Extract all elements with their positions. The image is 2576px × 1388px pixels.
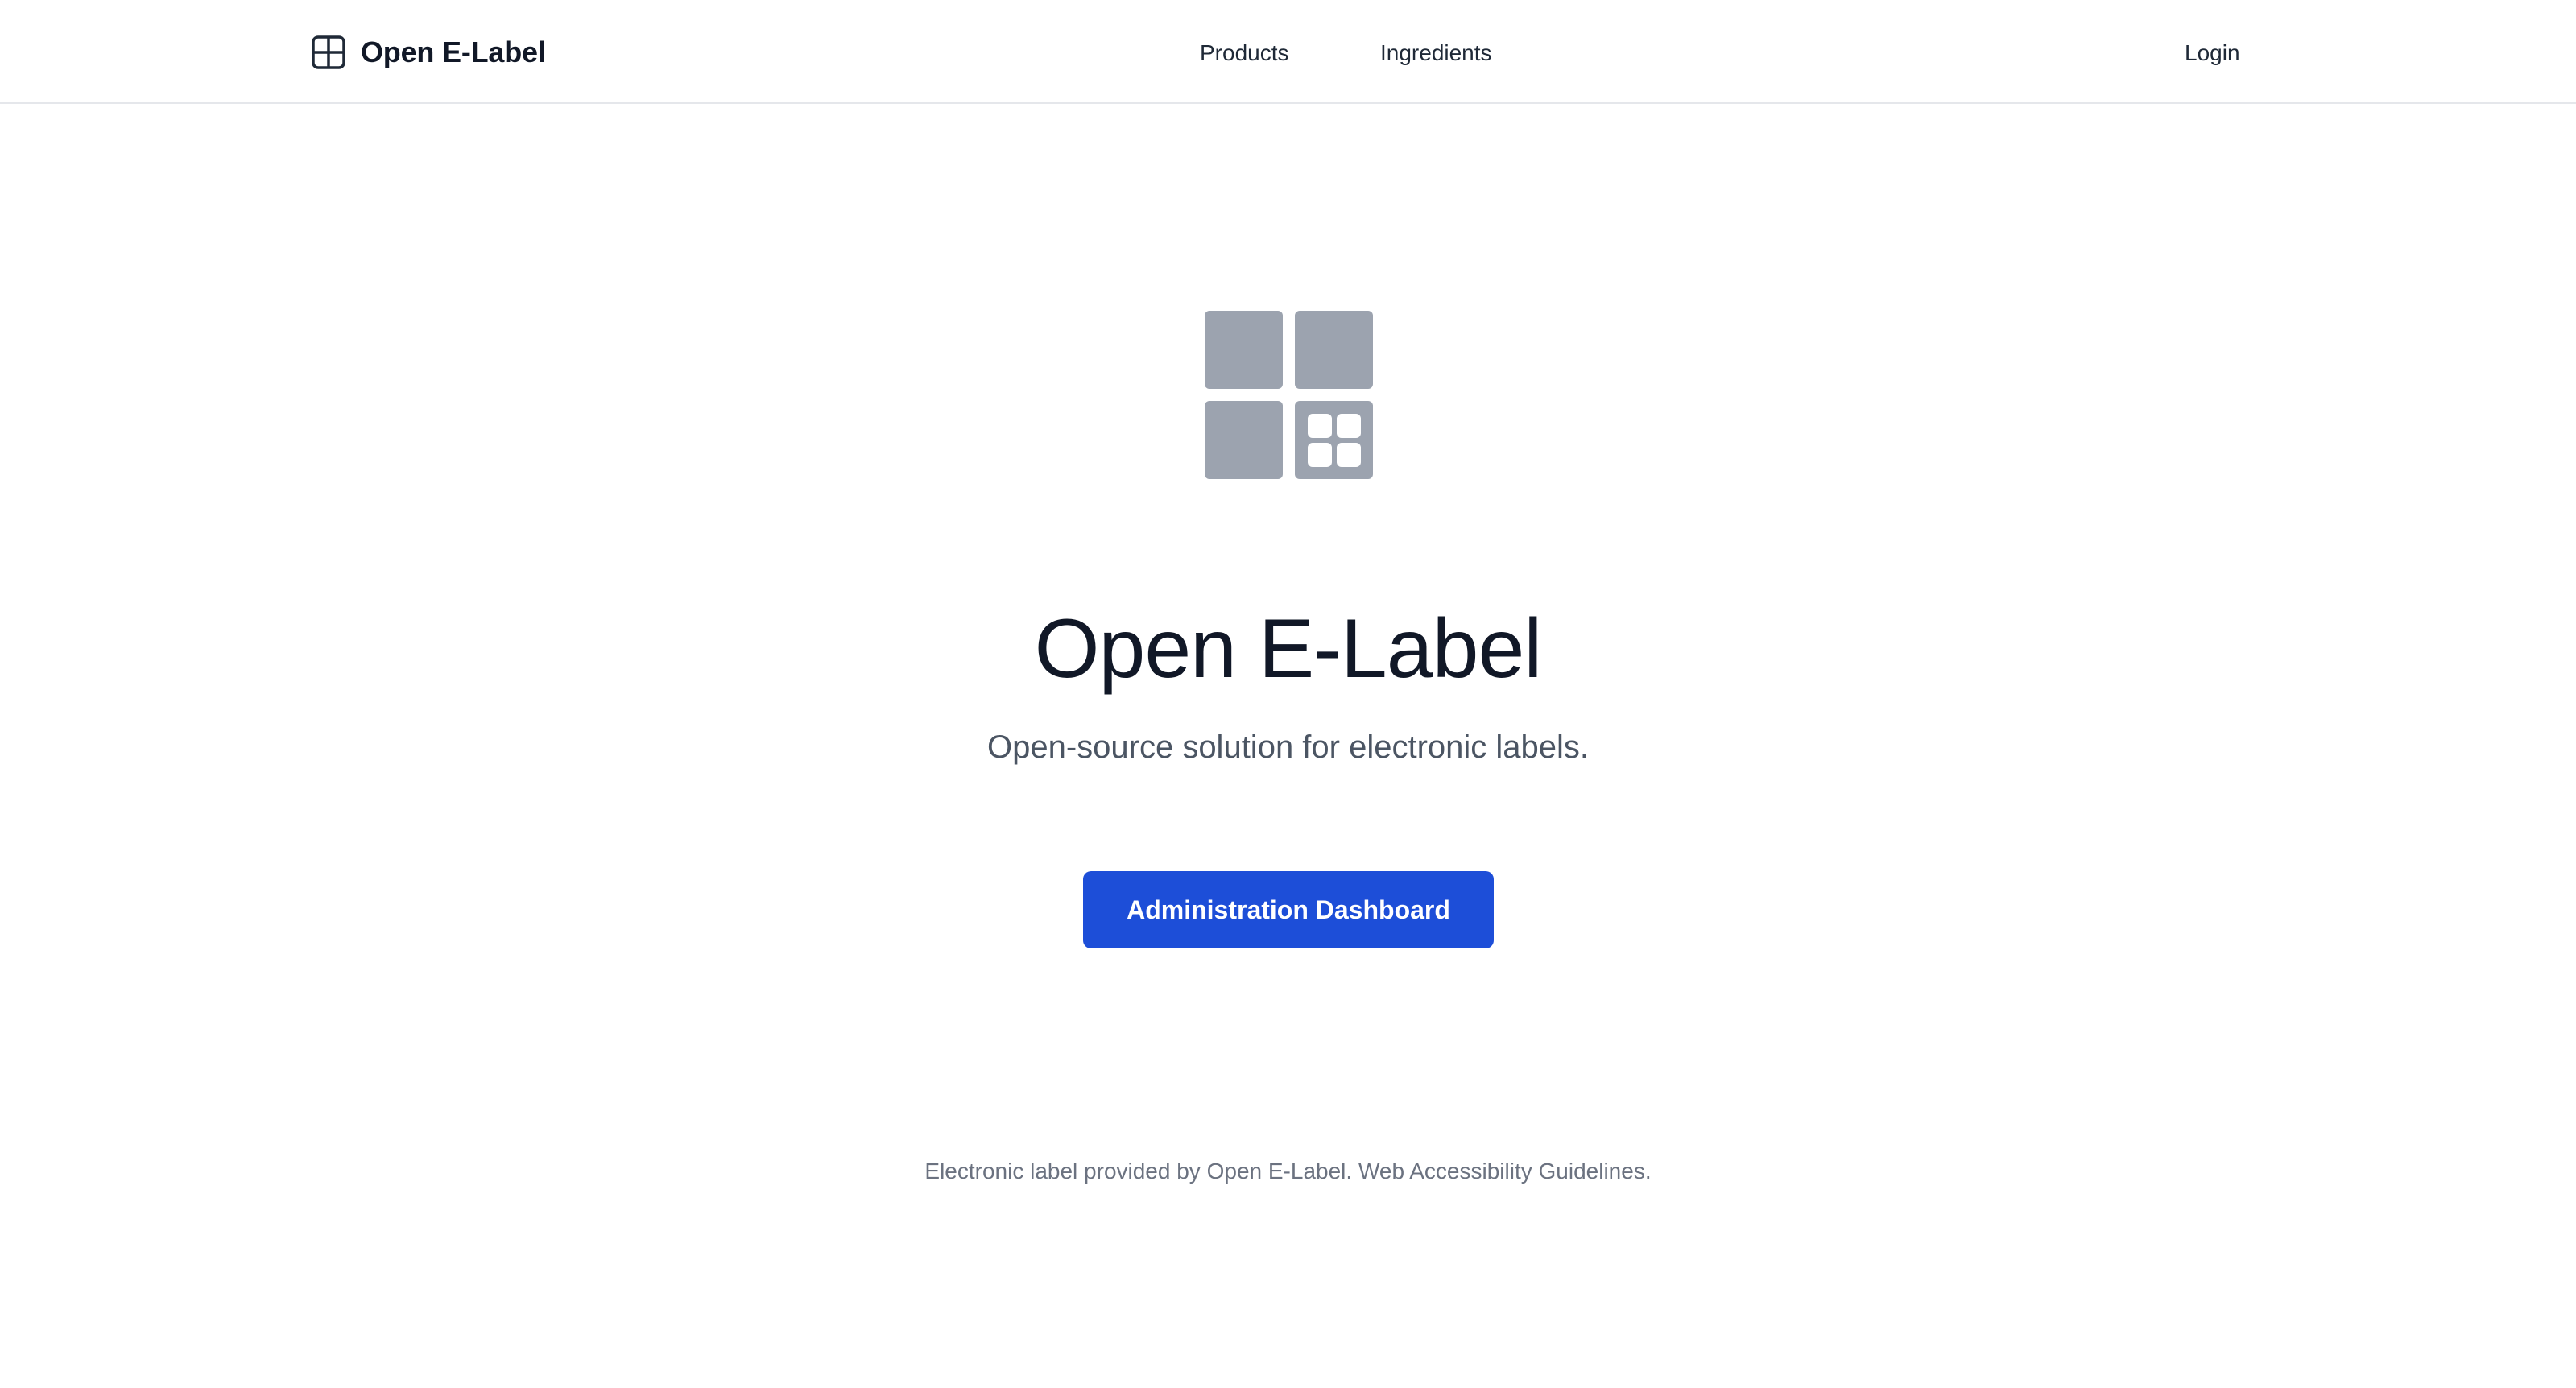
footer: Electronic label provided by Open E-Labe… (0, 1155, 2576, 1188)
page-title: Open E-Label (1034, 602, 1543, 696)
page-subtitle: Open-source solution for electronic labe… (986, 729, 1590, 765)
brand-home-link[interactable]: Open E-Label (311, 32, 546, 72)
e-label-logo-icon (1205, 311, 1373, 479)
footer-brand-link[interactable]: Open E-Label (1207, 1159, 1346, 1184)
footer-text-prefix: Electronic label provided by (924, 1159, 1207, 1184)
nav-link-products[interactable]: Products (1200, 35, 1289, 71)
footer-accessibility-link[interactable]: Web Accessibility Guidelines (1358, 1159, 1645, 1184)
nav-link-login[interactable]: Login (2185, 35, 2240, 71)
top-navbar: Open E-Label Products Ingredients Login (0, 0, 2576, 104)
administration-dashboard-button[interactable]: Administration Dashboard (1083, 871, 1494, 948)
footer-separator: . (1346, 1159, 1358, 1184)
grid-layout-icon (312, 35, 345, 69)
brand-label: Open E-Label (361, 35, 546, 68)
nav-link-ingredients[interactable]: Ingredients (1380, 35, 1492, 71)
footer-text-suffix: . (1644, 1159, 1652, 1184)
